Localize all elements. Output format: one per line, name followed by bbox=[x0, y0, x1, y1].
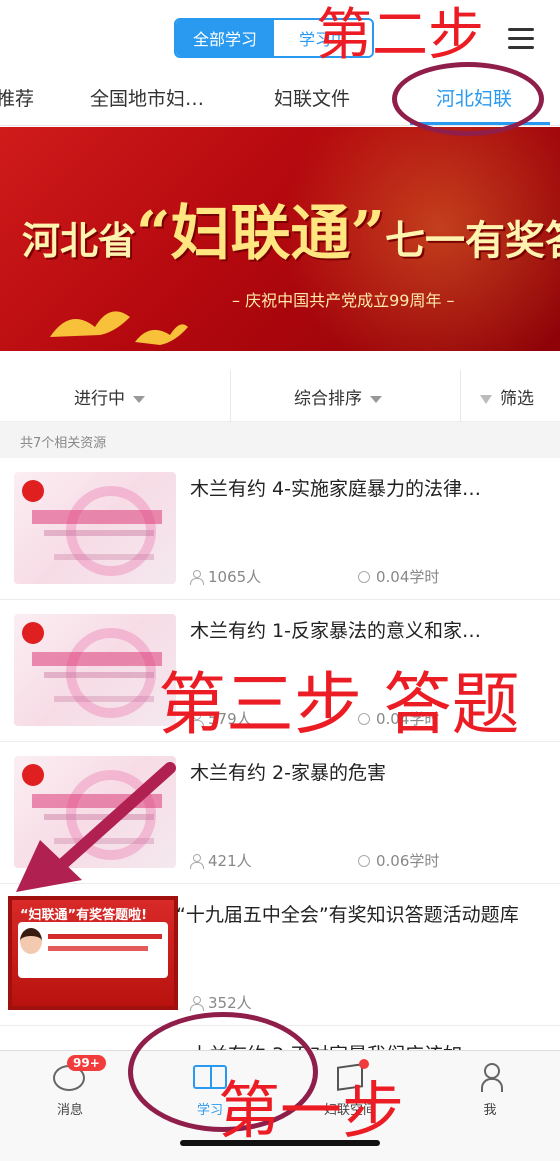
clock-icon bbox=[358, 855, 370, 867]
sort-filter[interactable]: 综合排序 bbox=[294, 384, 382, 409]
learner-count: 1065人 bbox=[190, 566, 261, 587]
seg-all-study[interactable]: 全部学习 bbox=[176, 20, 274, 56]
quiz-thumbnail: “妇联通”有奖答题啦! bbox=[8, 896, 178, 1010]
banner-title: 河北省“妇联通”七一有奖答题 bbox=[22, 199, 560, 269]
step1-annotation: 第一步 bbox=[218, 1074, 405, 1147]
promo-banner[interactable]: 河北省“妇联通”七一有奖答题 – 庆祝中国共产党成立99周年 – bbox=[0, 127, 560, 351]
course-thumbnail bbox=[14, 614, 176, 726]
dove-icon bbox=[50, 311, 188, 345]
tab-national[interactable]: 全国地市妇… bbox=[90, 84, 204, 111]
learner-count: 421人 bbox=[190, 850, 252, 871]
filter-bar: 进行中 综合排序 筛选 bbox=[0, 370, 560, 422]
list-item[interactable]: “妇联通”有奖答题啦! “十九届五中全会”有奖知识答题活动题库 352人 bbox=[0, 884, 560, 1026]
screen-filter[interactable]: 筛选 bbox=[480, 384, 534, 409]
course-title: 木兰有约 2-家暴的危害 bbox=[190, 762, 386, 784]
banner-subtitle: – 庆祝中国共产党成立99周年 – bbox=[232, 291, 455, 310]
funnel-icon bbox=[480, 394, 492, 404]
list-item[interactable]: 木兰有约 4-实施家庭暴力的法律… 1065人 0.04学时 bbox=[0, 458, 560, 600]
status-filter[interactable]: 进行中 bbox=[74, 384, 145, 409]
notification-dot bbox=[359, 1059, 369, 1069]
person-icon bbox=[481, 1063, 503, 1092]
chevron-down-icon bbox=[133, 395, 145, 403]
nav-me[interactable]: 我 bbox=[440, 1061, 540, 1118]
step2-oval bbox=[392, 62, 544, 136]
unread-badge: 99+ bbox=[67, 1055, 106, 1071]
step2-annotation: 第二步 bbox=[316, 3, 484, 68]
course-title: 木兰有约 1-反家暴法的意义和家… bbox=[190, 620, 481, 642]
nav-messages[interactable]: 99+ 消息 bbox=[20, 1055, 120, 1118]
tab-recommend[interactable]: 推荐 bbox=[0, 84, 34, 111]
chevron-down-icon bbox=[370, 395, 382, 403]
menu-icon[interactable] bbox=[508, 28, 534, 50]
study-hours: 0.04学时 bbox=[358, 566, 439, 587]
user-icon bbox=[190, 854, 204, 869]
clock-icon bbox=[358, 571, 370, 583]
result-count: 共7个相关资源 bbox=[0, 422, 560, 458]
tab-documents[interactable]: 妇联文件 bbox=[274, 84, 350, 111]
user-icon bbox=[190, 570, 204, 585]
arrow-icon bbox=[16, 762, 176, 892]
course-thumbnail bbox=[14, 472, 176, 584]
study-hours: 0.06学时 bbox=[358, 850, 439, 871]
course-title: “十九届五中全会”有奖知识答题活动题库 bbox=[176, 904, 519, 926]
step3-annotation: 第三步 答题 bbox=[158, 666, 520, 745]
user-icon bbox=[190, 996, 204, 1011]
course-title: 木兰有约 4-实施家庭暴力的法律… bbox=[190, 478, 481, 500]
learner-count: 352人 bbox=[190, 992, 252, 1013]
